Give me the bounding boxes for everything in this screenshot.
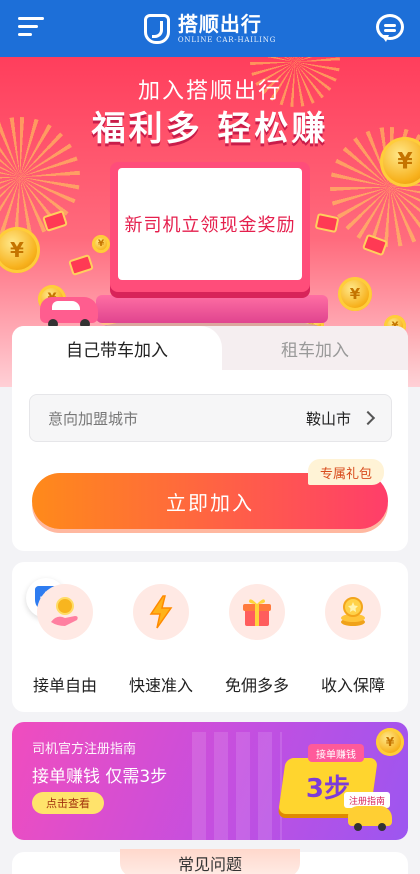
faq-section: 常见问题 (12, 849, 408, 874)
feature-item-free-orders[interactable]: 接单自由 (20, 584, 110, 696)
coin-stack-icon (325, 584, 381, 640)
gift-badge: 专属礼包 (307, 459, 384, 485)
board-stand (96, 295, 328, 323)
feature-label: 接单自由 (32, 676, 97, 695)
feature-item-commission-free[interactable]: 免佣多多 (212, 584, 302, 696)
guide-headline: 接单赚钱 仅需3步 (32, 767, 168, 787)
join-card: 自己带车加入 租车加入 意向加盟城市 鞍山市 立即加入 专属礼包 (12, 326, 408, 551)
coin-icon (92, 235, 110, 253)
brand-logo-icon (143, 13, 170, 44)
city-selector[interactable]: 意向加盟城市 鞍山市 (29, 394, 392, 442)
steps-tag: 接单赚钱 (308, 744, 364, 762)
hero-title: 福利多 轻松赚 (91, 109, 329, 149)
feature-label: 免佣多多 (224, 676, 289, 695)
brand-name: 搭顺出行 (177, 11, 262, 36)
red-envelope-icon (314, 212, 340, 234)
city-label: 意向加盟城市 (48, 409, 139, 428)
hand-coin-icon (37, 584, 93, 640)
menu-icon[interactable] (18, 17, 44, 39)
guide-title: 司机官方注册指南 (32, 742, 137, 757)
registration-guide-banner[interactable]: 司机官方注册指南 接单赚钱 仅需3步 点击查看 3步 接单赚钱 注册指南 (12, 722, 408, 840)
tab-own-car[interactable]: 自己带车加入 (12, 326, 222, 370)
features-panel: + 接单自由 快速准入 免佣多多 收入保障 (12, 562, 408, 712)
chat-icon[interactable] (376, 14, 404, 42)
feature-item-fast-access[interactable]: 快速准入 (116, 584, 206, 696)
reward-board-text: 新司机立领现金奖励 (124, 215, 296, 236)
coin-icon (376, 728, 404, 756)
city-value: 鞍山市 (305, 409, 351, 428)
view-guide-button[interactable]: 点击查看 (32, 792, 104, 814)
car-icon (348, 806, 392, 831)
faq-title: 常见问题 (120, 849, 300, 874)
feature-label: 快速准入 (128, 676, 193, 695)
car-icon (40, 297, 98, 329)
page: 搭顺出行 ONLINE CAR-HAILING 加入搭顺出行 福利多 轻松赚 新… (0, 0, 420, 874)
lightning-icon (133, 584, 189, 640)
reward-board: 新司机立领现金奖励 (110, 162, 310, 292)
feature-label: 收入保障 (320, 676, 385, 695)
top-navigation-bar: 搭顺出行 ONLINE CAR-HAILING (0, 0, 420, 57)
join-tabs: 自己带车加入 租车加入 (12, 326, 408, 370)
feature-item-income-guarantee[interactable]: 收入保障 (308, 584, 398, 696)
brand-subtitle: ONLINE CAR-HAILING (177, 35, 277, 44)
tab-rent-car[interactable]: 租车加入 (222, 326, 408, 370)
coin-icon (0, 227, 40, 273)
chevron-right-icon (360, 410, 376, 426)
gift-icon (229, 584, 285, 640)
coin-icon (338, 277, 372, 311)
buildings-decoration (192, 732, 282, 840)
red-envelope-icon (68, 253, 94, 277)
brand: 搭顺出行 ONLINE CAR-HAILING (143, 11, 277, 44)
